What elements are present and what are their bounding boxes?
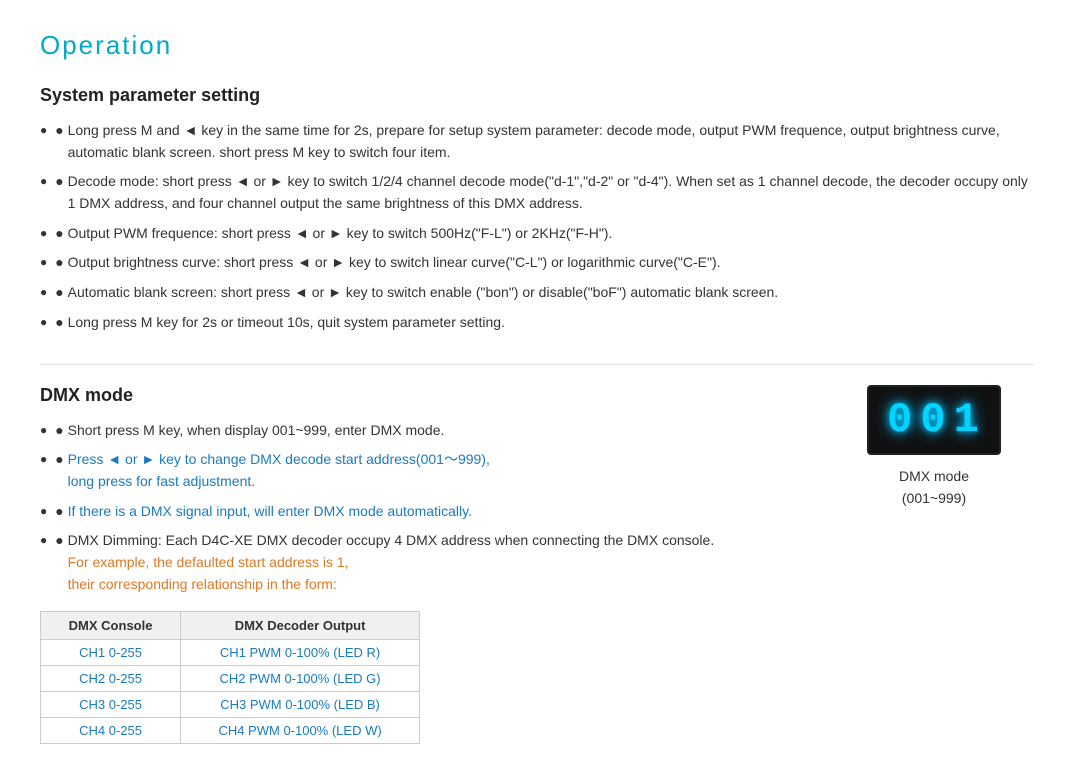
bullet-icon: ●	[55, 252, 67, 274]
list-item: ● Short press M key, when display 001~99…	[40, 420, 794, 442]
list-item: ● Decode mode: short press ◄ or ► key to…	[40, 171, 1034, 214]
table-header-console: DMX Console	[41, 612, 181, 640]
system-param-title: System parameter setting	[40, 85, 1034, 106]
dmx-section: DMX mode ● Short press M key, when displ…	[40, 385, 1034, 745]
bullet-icon: ●	[55, 120, 67, 142]
dmx-table: DMX Console DMX Decoder Output CH1 0-255…	[40, 611, 420, 744]
table-row: CH1 0-255CH1 PWM 0-100% (LED R)	[41, 640, 420, 666]
page-title: Operation	[40, 30, 1034, 61]
bullet-icon: ●	[55, 449, 67, 471]
table-cell-output: CH3 PWM 0-100% (LED B)	[181, 692, 420, 718]
dmx-list: ● Short press M key, when display 001~99…	[40, 420, 794, 596]
list-item: ● DMX Dimming: Each D4C-XE DMX decoder o…	[40, 530, 794, 595]
led-display: 0 0 1	[867, 385, 1001, 455]
table-cell-console: CH2 0-255	[41, 666, 181, 692]
table-cell-console: CH1 0-255	[41, 640, 181, 666]
system-param-section: System parameter setting ● Long press M …	[40, 85, 1034, 334]
table-row: CH3 0-255CH3 PWM 0-100% (LED B)	[41, 692, 420, 718]
list-item: ● Output PWM frequence: short press ◄ or…	[40, 223, 1034, 245]
table-cell-output: CH4 PWM 0-100% (LED W)	[181, 718, 420, 744]
bullet-icon: ●	[55, 282, 67, 304]
bullet-icon: ●	[55, 223, 67, 245]
bullet-icon: ●	[55, 171, 67, 193]
bullet-icon: ●	[55, 501, 67, 523]
list-item: ● Long press M key for 2s or timeout 10s…	[40, 312, 1034, 334]
table-cell-console: CH4 0-255	[41, 718, 181, 744]
dmx-right-content: 0 0 1 DMX mode (001~999)	[834, 385, 1034, 510]
section-divider	[40, 364, 1034, 365]
list-item: ● Press ◄ or ► key to change DMX decode …	[40, 449, 794, 492]
dmx-mode-label: DMX mode (001~999)	[899, 465, 969, 510]
led-digit-2: 0	[920, 399, 947, 441]
system-param-list: ● Long press M and ◄ key in the same tim…	[40, 120, 1034, 334]
bullet-icon: ●	[55, 312, 67, 334]
table-cell-output: CH1 PWM 0-100% (LED R)	[181, 640, 420, 666]
dmx-left-content: DMX mode ● Short press M key, when displ…	[40, 385, 794, 745]
list-item: ● If there is a DMX signal input, will e…	[40, 501, 794, 523]
list-item: ● Output brightness curve: short press ◄…	[40, 252, 1034, 274]
bullet-icon: ●	[55, 530, 67, 552]
table-cell-console: CH3 0-255	[41, 692, 181, 718]
dmx-section-title: DMX mode	[40, 385, 794, 406]
dmx-table-wrapper: DMX Console DMX Decoder Output CH1 0-255…	[40, 611, 794, 744]
bullet-icon: ●	[55, 420, 67, 442]
led-digit-3: 1	[954, 399, 981, 441]
table-row: CH4 0-255CH4 PWM 0-100% (LED W)	[41, 718, 420, 744]
table-row: CH2 0-255CH2 PWM 0-100% (LED G)	[41, 666, 420, 692]
list-item: ● Long press M and ◄ key in the same tim…	[40, 120, 1034, 163]
table-header-output: DMX Decoder Output	[181, 612, 420, 640]
table-cell-output: CH2 PWM 0-100% (LED G)	[181, 666, 420, 692]
list-item: ● Automatic blank screen: short press ◄ …	[40, 282, 1034, 304]
led-digit-1: 0	[887, 399, 914, 441]
